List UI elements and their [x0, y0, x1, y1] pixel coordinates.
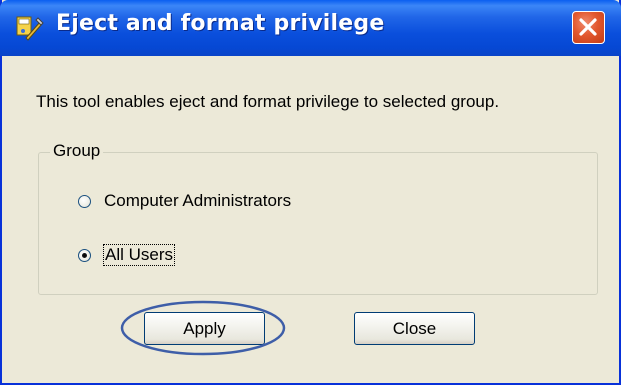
radio-computer-administrators[interactable]: Computer Administrators — [78, 189, 291, 213]
close-button[interactable]: Close — [354, 312, 475, 345]
window-title: Eject and format privilege — [56, 11, 385, 36]
radio-button-selected[interactable] — [78, 248, 91, 262]
title-bar[interactable]: Eject and format privilege — [0, 0, 621, 56]
radio-label: Computer Administrators — [104, 191, 292, 210]
radio-all-users[interactable]: All Users — [78, 243, 176, 267]
apply-button[interactable]: Apply — [144, 312, 265, 345]
radio-button[interactable] — [78, 194, 91, 208]
group-legend: Group — [50, 141, 104, 161]
group-box — [38, 152, 598, 295]
tool-icon — [14, 14, 44, 42]
window-close-button[interactable] — [572, 11, 605, 44]
radio-label: All Users — [102, 244, 176, 266]
description-text: This tool enables eject and format privi… — [36, 92, 500, 111]
dialog-window: Eject and format privilege This tool ena… — [0, 0, 621, 385]
